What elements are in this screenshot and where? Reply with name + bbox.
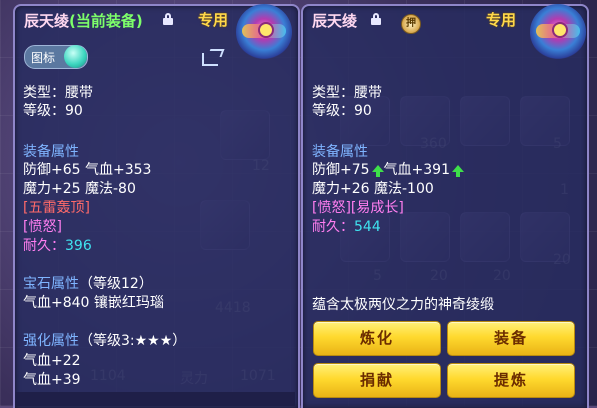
- gem-attr-header: 宝石属性（等级12）: [23, 276, 153, 293]
- left-durability-label: 耐久：: [23, 238, 65, 254]
- gem-detail: 气血+840 镶嵌红玛瑙: [23, 295, 164, 311]
- strengthen-stat: 气血+39: [23, 372, 81, 388]
- right-item-name: 辰天绫: [312, 12, 358, 30]
- right-exclusive-label: 专用: [486, 11, 517, 29]
- left-panel-cutoff: [15, 392, 295, 406]
- right-durability: 耐久：544: [312, 219, 381, 236]
- refine-button[interactable]: 炼化: [313, 321, 441, 356]
- left-level: 等级：90: [23, 103, 83, 119]
- strengthen-header-label: 强化属性: [23, 333, 79, 349]
- left-durability-value: 396: [65, 238, 92, 254]
- left-stat-line: 防御+65 气血+353: [23, 162, 152, 178]
- share-icon[interactable]: [202, 47, 225, 67]
- equip-button[interactable]: 装备: [447, 321, 575, 356]
- gem-level: （等级12）: [79, 276, 153, 292]
- right-equip-attr-header: 装备属性: [312, 144, 368, 160]
- right-effects: [愤怒][易成长]: [312, 200, 404, 216]
- item-description: 蕴含太极两仪之力的神奇绫缎: [312, 297, 494, 313]
- belt-item-icon: [236, 4, 292, 60]
- donate-button[interactable]: 捐献: [313, 363, 441, 398]
- left-type: 类型：腰带: [23, 85, 93, 101]
- right-stat-line: 魔力+26 魔法-100: [312, 181, 434, 197]
- left-stat-line: 魔力+25 魔法-80: [23, 181, 136, 197]
- strengthen-attr-header: 强化属性（等级3:★★★）: [23, 333, 186, 350]
- extract-button[interactable]: 提炼: [447, 363, 575, 398]
- lock-icon: [371, 13, 381, 25]
- right-durability-value: 544: [354, 219, 381, 235]
- arrow-up-stem: [375, 171, 380, 177]
- right-stat-hp: 气血+391: [383, 162, 450, 178]
- lock-icon: [163, 13, 173, 25]
- icon-toggle-label: 图标: [31, 51, 56, 65]
- right-item-title: 辰天绫: [312, 10, 357, 31]
- left-special-effect: [愤怒]: [23, 219, 62, 235]
- strengthen-stat: 气血+22: [23, 353, 81, 369]
- right-durability-label: 耐久：: [312, 219, 354, 235]
- left-special-skill: [五雷轰顶]: [23, 200, 90, 216]
- toggle-knob: [64, 45, 87, 68]
- left-exclusive-label: 专用: [198, 11, 229, 29]
- arrow-up-stem: [456, 171, 460, 177]
- right-level: 等级：90: [312, 103, 372, 119]
- left-durability: 耐久：396: [23, 238, 92, 255]
- right-type: 类型：腰带: [312, 85, 382, 101]
- left-item-name: 辰天绫: [24, 12, 70, 30]
- belt-item-icon: [530, 4, 586, 60]
- left-equip-attr-header: 装备属性: [23, 144, 79, 160]
- pawn-icon: 押: [401, 14, 421, 34]
- right-stat-def: 防御+75: [312, 162, 370, 178]
- equipped-tag: (当前装备): [69, 12, 143, 30]
- left-item-title: 辰天绫(当前装备): [24, 10, 143, 31]
- strengthen-level: （等级3:★★★）: [79, 333, 187, 349]
- icon-toggle[interactable]: 图标: [24, 45, 88, 69]
- gem-header-label: 宝石属性: [23, 276, 79, 292]
- right-stat-line: 防御+75 气血+391: [312, 162, 464, 179]
